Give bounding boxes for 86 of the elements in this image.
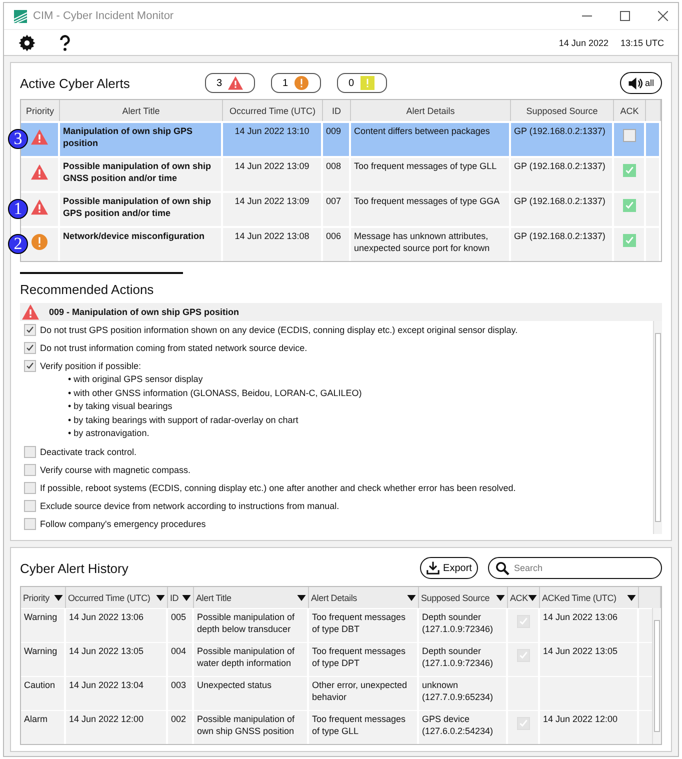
action-checkbox[interactable]	[24, 482, 36, 494]
warning-triangle-icon	[228, 76, 244, 90]
warning-triangle-icon	[31, 164, 48, 180]
alert-counter[interactable]: 1	[270, 73, 321, 93]
warning-triangle-icon	[31, 129, 48, 145]
sort-icon	[297, 594, 306, 600]
table-cell: GPS device (127.6.0.2:54234)	[419, 711, 508, 744]
alert-counter[interactable]: 3	[204, 73, 255, 93]
window-title: CIM - Cyber Incident Monitor	[33, 10, 174, 22]
ack-checkbox[interactable]	[622, 164, 636, 177]
action-text: Do not trust GPS position information shown on any device (ECDIS, conning display etc.) except original sensor display.	[40, 325, 518, 335]
warning-triangle-icon	[22, 304, 39, 320]
action-checkbox[interactable]	[24, 518, 36, 530]
action-text: If possible, reboot systems (ECDIS, conning display etc.) one after another and check whether error has been resolved.	[40, 482, 516, 492]
sort-icon	[496, 594, 505, 600]
history-row[interactable]: Caution 14 Jun 2022 13:04 003 Unexpected status Other error, unexpected behavior unknown (127.7.0.9:65234)	[21, 676, 652, 710]
table-cell: 002	[168, 711, 194, 744]
action-checkbox[interactable]	[24, 342, 36, 354]
action-checkbox[interactable]	[24, 500, 36, 512]
panel-title: Cyber Alert History	[20, 560, 128, 576]
number-marker: 3	[8, 129, 28, 149]
current-time: 13:15 UTC	[620, 38, 664, 48]
alert-row[interactable]: Network/device misconfiguration 14 Jun 2022 13:08 006 Message has unknown attributes, unexpected source port for known GP (192.168.0.2:1337)	[21, 226, 661, 261]
search-icon	[495, 560, 510, 576]
table-cell: Network/device misconfiguration	[60, 228, 223, 261]
current-date: 14 Jun 2022	[558, 38, 608, 48]
table-cell: 006	[323, 228, 351, 261]
alert-row[interactable]: Possible manipulation of own ship GPS position and/or time 14 Jun 2022 13:09 007 Too frequent messages of type GGA GP (192.168.0.2:1337)	[21, 191, 661, 226]
history-row[interactable]: Warning 14 Jun 2022 13:05 004 Possible manipulation of water depth information Too frequent messages of type DPT Depth sounder (127.1.0.9:72346) 14 Jun 2022 13:05	[21, 642, 652, 676]
settings-icon[interactable]	[18, 34, 36, 52]
action-text: Deactivate track control.	[40, 446, 137, 456]
scrollbar[interactable]	[653, 321, 662, 534]
action-checkbox[interactable]	[24, 464, 36, 476]
action-text: Follow company's emergency procedures	[40, 518, 206, 528]
action-checkbox[interactable]	[24, 324, 36, 336]
section-title: Recommended Actions	[20, 282, 155, 297]
action-subitem: • by astronavigation.	[68, 427, 150, 440]
sort-icon	[156, 594, 165, 600]
exclamation-circle-icon	[294, 76, 310, 90]
action-text: Verify position if possible:	[40, 361, 142, 371]
history-row[interactable]: Warning 14 Jun 2022 13:06 005 Possible manipulation of depth below transducer Too frequent messages of type DBT Depth sounder (127.1.0.9:72346) 14 Jun 2022 13:06	[21, 608, 652, 642]
table-cell: Too frequent messages of type GLL	[309, 711, 419, 744]
sort-icon	[182, 594, 191, 600]
action-checkbox[interactable]	[24, 446, 36, 458]
alert-row[interactable]: Possible manipulation of own ship GNSS position and/or time 14 Jun 2022 13:09 008 Too frequent messages of type GLL GP (192.168.0.2:1337)	[21, 156, 661, 191]
sort-icon	[54, 594, 63, 600]
table-cell: 14 Jun 2022 12:00	[540, 711, 639, 744]
sort-icon	[627, 594, 636, 600]
action-subitem: • by taking visual bearings	[68, 400, 174, 413]
sort-icon	[528, 594, 537, 600]
app-logo-icon	[14, 10, 27, 23]
panel-title: Active Cyber Alerts	[20, 76, 130, 90]
table-cell: 14 Jun 2022 13:08	[223, 228, 323, 261]
scrollbar[interactable]	[652, 608, 661, 744]
speaker-icon	[628, 76, 643, 90]
alert-heading: 009 - Manipulation of own ship GPS position	[49, 307, 240, 317]
table-cell: Alarm	[21, 711, 66, 744]
action-subitem: • with original GPS sensor display	[68, 373, 204, 386]
sort-icon	[407, 594, 416, 600]
table-cell: GP (192.168.0.2:1337)	[511, 228, 614, 261]
mute-all-button[interactable]: all	[620, 72, 662, 94]
number-marker: 1	[8, 199, 28, 219]
action-subitem: • with other GNSS information (GLONASS, Beidou, LORAN-C, GALILEO)	[68, 386, 363, 400]
exclamation-circle-icon	[31, 234, 48, 250]
warning-triangle-icon	[31, 199, 48, 215]
download-icon	[426, 561, 440, 575]
table-cell: Message has unknown attributes, unexpected source port for known	[351, 228, 511, 261]
action-subitem: • by taking bearings with support of radar-overlay on chart	[68, 414, 300, 427]
action-text: Exclude source device from network according to instructions from manual.	[40, 500, 340, 510]
alert-row[interactable]: Manipulation of own ship GPS position 14 Jun 2022 13:10 009 Content differs between packages GP (192.168.0.2:1337)	[21, 121, 661, 156]
search-field[interactable]: Search	[488, 557, 662, 579]
exclamation-square-icon	[360, 76, 376, 90]
maximize-icon[interactable]	[620, 11, 630, 22]
close-icon[interactable]	[658, 11, 668, 22]
action-text: Verify course with magnetic compass.	[40, 464, 191, 474]
table-cell: Possible manipulation of own ship GNSS position	[194, 711, 309, 744]
alert-counter[interactable]: 0	[336, 73, 387, 93]
ack-checkbox[interactable]	[622, 234, 636, 247]
ack-checkbox[interactable]	[622, 199, 636, 212]
export-button[interactable]: Export	[420, 557, 478, 579]
action-text: Do not trust information coming from stated network source device.	[40, 343, 308, 353]
table-cell: 14 Jun 2022 12:00	[66, 711, 168, 744]
action-checkbox[interactable]	[24, 360, 36, 372]
ack-checkbox[interactable]	[622, 129, 636, 142]
number-marker: 2	[8, 234, 28, 254]
history-row[interactable]: Alarm 14 Jun 2022 12:00 002 Possible manipulation of own ship GNSS position Too frequent messages of type GLL GPS device (127.6.0.2:54234) 14 Jun 2022 12:00	[21, 710, 652, 744]
